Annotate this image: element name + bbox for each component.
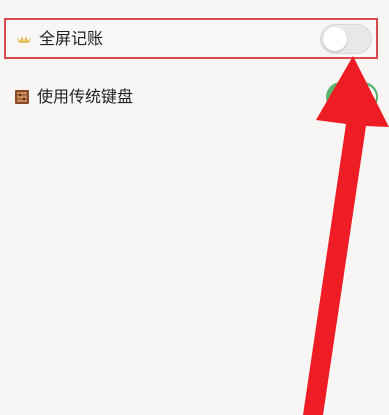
setting-row-traditional-keyboard[interactable]: 使用传统键盘	[4, 76, 378, 117]
setting-label: 全屏记账	[39, 28, 104, 48]
toggle-knob	[352, 84, 376, 109]
setting-row-fullscreen-accounting[interactable]: 全屏记账	[4, 18, 378, 59]
traditional-keyboard-toggle[interactable]	[326, 81, 378, 112]
fullscreen-accounting-toggle[interactable]	[320, 23, 372, 54]
crown-icon	[17, 35, 31, 43]
settings-list: 全屏记账 使用传统键盘	[0, 0, 389, 415]
setting-label: 使用传统键盘	[37, 86, 134, 106]
toggle-knob	[323, 26, 347, 51]
abacus-icon	[15, 89, 29, 104]
